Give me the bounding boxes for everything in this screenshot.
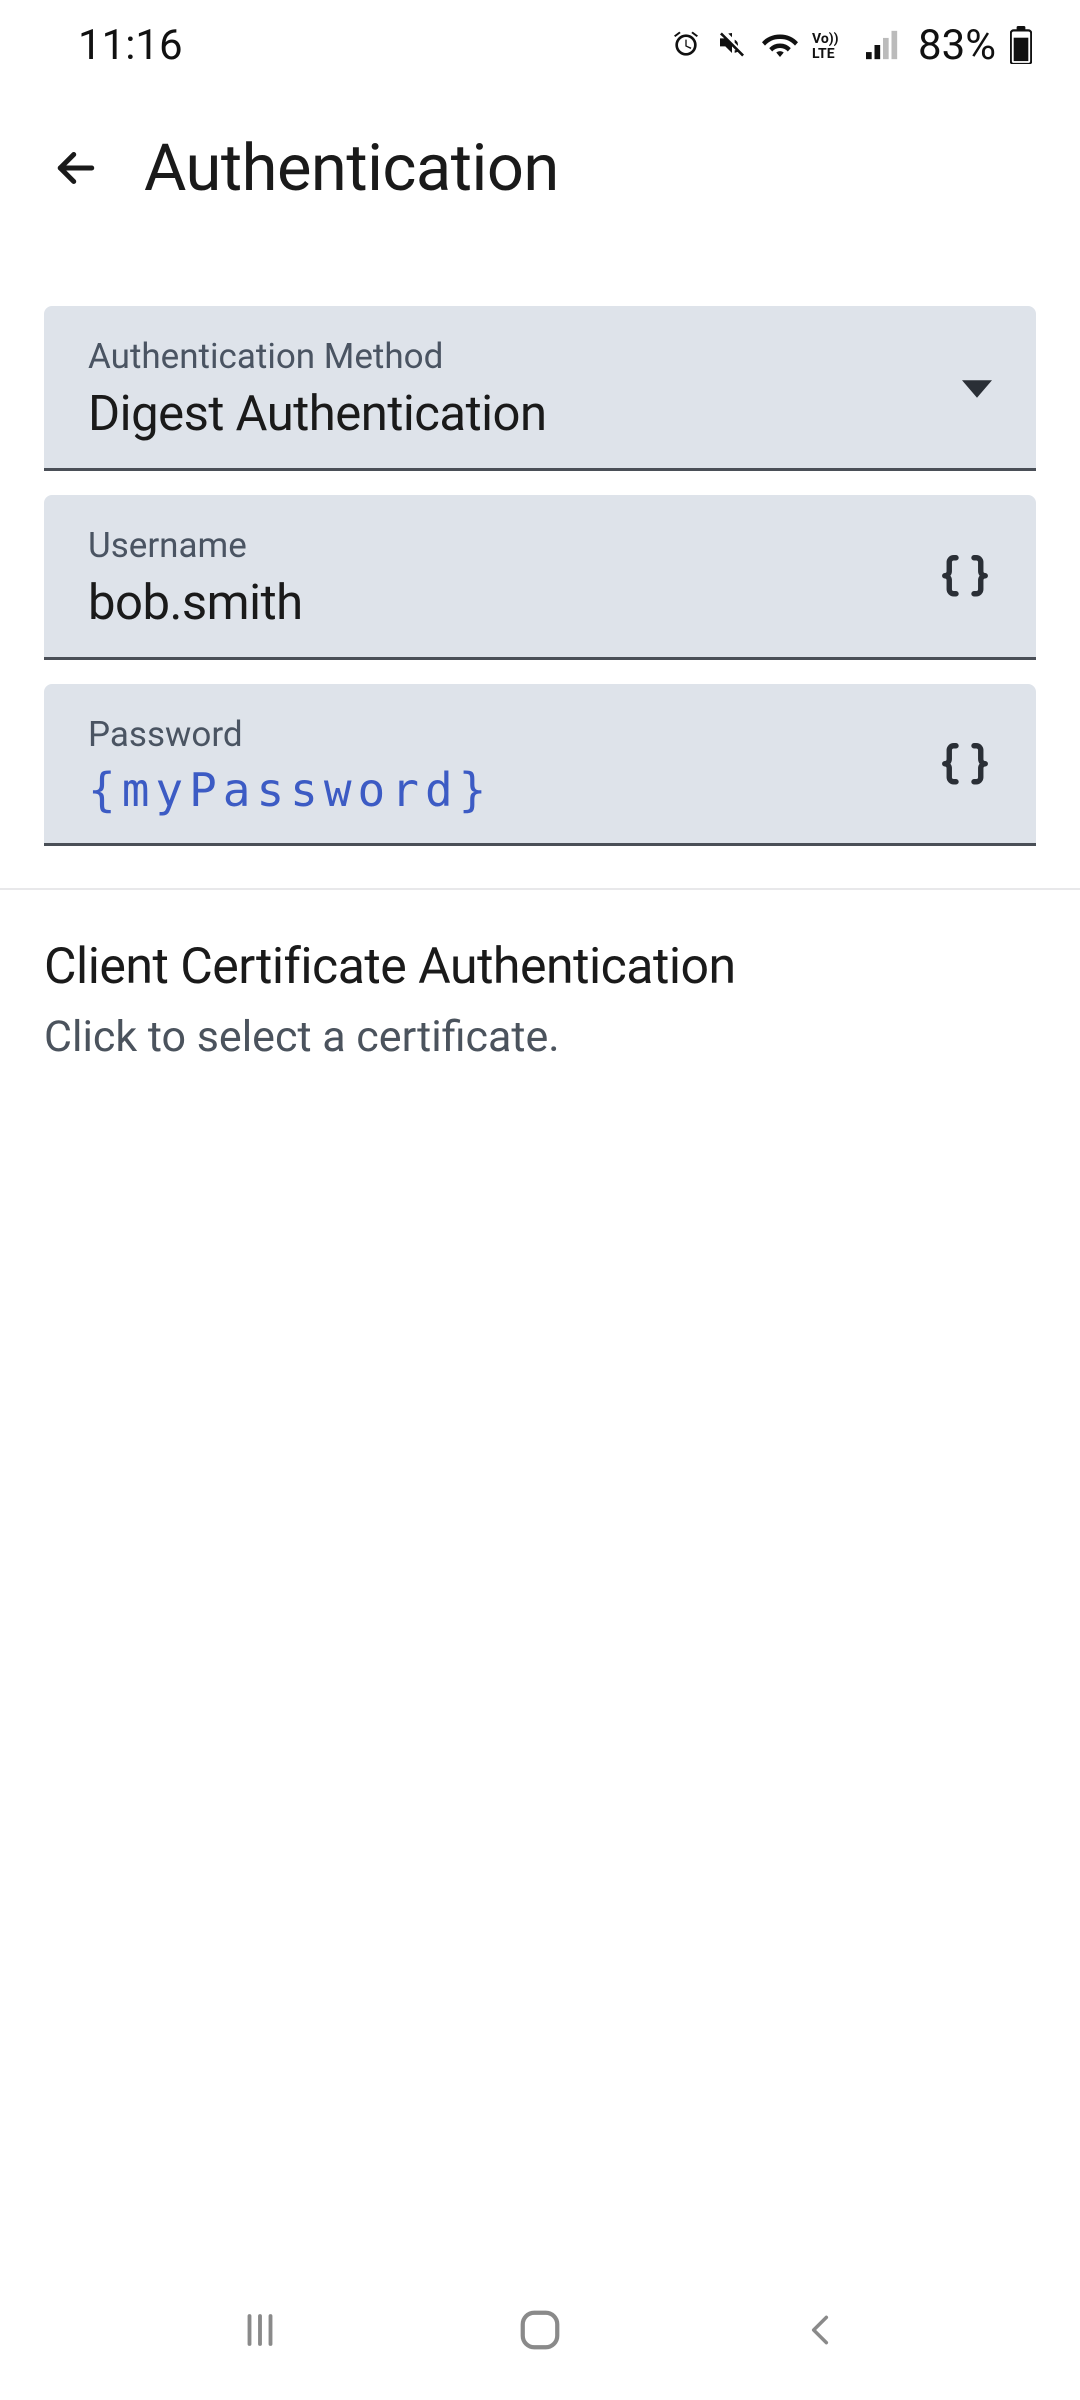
braces-icon (938, 739, 992, 793)
back-button[interactable] (48, 140, 104, 196)
auth-method-value: Digest Authentication (88, 385, 938, 442)
chevron-left-icon (801, 2308, 839, 2352)
status-bar: 11:16 Vo))LTE 83% (0, 0, 1080, 90)
svg-text:LTE: LTE (812, 46, 835, 60)
arrow-left-icon (49, 141, 103, 195)
username-value: bob.smith (88, 574, 914, 631)
password-variable-button[interactable] (914, 739, 992, 793)
battery-icon (1010, 28, 1032, 62)
username-label: Username (88, 525, 914, 566)
username-variable-button[interactable] (914, 551, 992, 605)
battery-percent: 83% (918, 21, 996, 70)
app-bar: Authentication (0, 90, 1080, 246)
client-certificate-row[interactable]: Client Certificate Authentication Click … (0, 890, 1080, 1062)
alarm-icon (670, 28, 702, 62)
username-field[interactable]: Username bob.smith (44, 495, 1036, 660)
recents-icon (239, 2309, 281, 2351)
wifi-icon (762, 28, 798, 62)
svg-text:Vo)): Vo)) (812, 31, 839, 47)
password-label: Password (88, 714, 914, 755)
page-title: Authentication (144, 130, 559, 206)
auth-method-label: Authentication Method (88, 336, 938, 377)
auth-method-select[interactable]: Authentication Method Digest Authenticat… (44, 306, 1036, 471)
signal-icon (866, 28, 900, 62)
password-field[interactable]: Password {myPassword} (44, 684, 1036, 846)
status-time: 11:16 (78, 21, 183, 70)
password-value: {myPassword} (88, 763, 914, 817)
mute-icon (716, 28, 748, 62)
nav-recents-button[interactable] (230, 2300, 290, 2360)
volte-icon: Vo))LTE (812, 28, 852, 62)
client-certificate-subtitle: Click to select a certificate. (44, 1012, 1036, 1062)
status-icons: Vo))LTE 83% (670, 21, 1032, 70)
system-nav-bar (0, 2260, 1080, 2400)
client-certificate-title: Client Certificate Authentication (44, 938, 1036, 996)
home-icon (517, 2307, 563, 2353)
braces-icon (938, 551, 992, 605)
chevron-down-icon (962, 380, 992, 398)
nav-home-button[interactable] (510, 2300, 570, 2360)
nav-back-button[interactable] (790, 2300, 850, 2360)
